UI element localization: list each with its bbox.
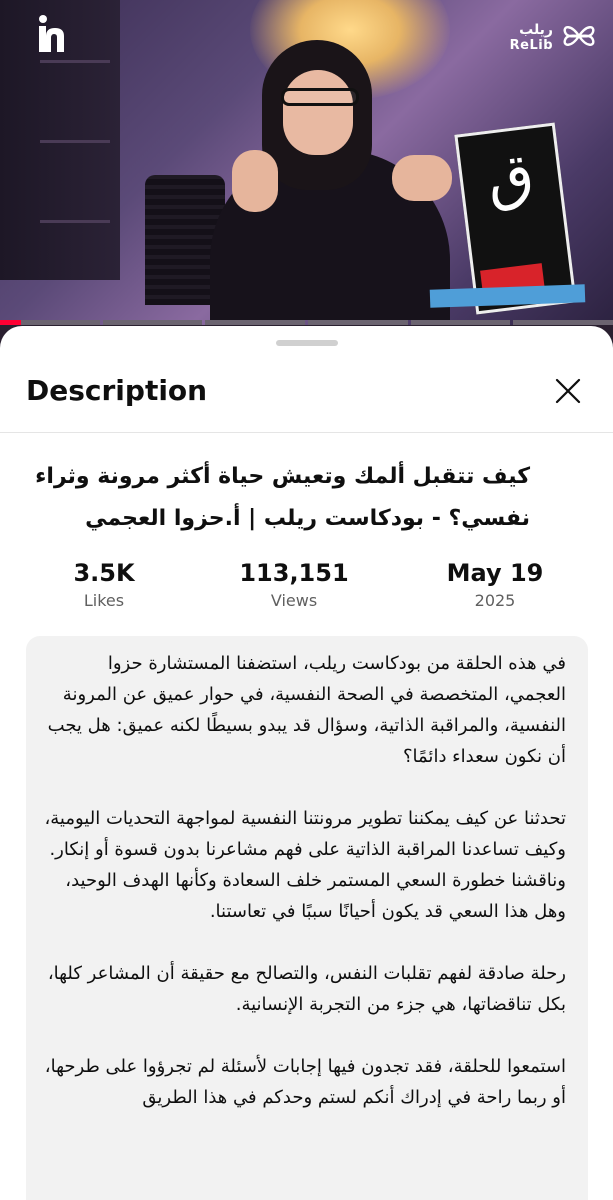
date-stat: May 19 2025 [425, 558, 565, 614]
glasses [281, 88, 359, 106]
divider [0, 432, 613, 433]
description-paragraph: رحلة صادقة لفهم تقلبات النفس، والتصالح م… [47, 963, 566, 1015]
likes-stat: 3.5K Likes [34, 558, 174, 614]
upload-year: 2025 [474, 591, 516, 610]
views-stat: 113,151 Views [224, 558, 364, 614]
video-player[interactable]: ق ريلب ReLib [0, 0, 613, 325]
likes-count: 3.5K [73, 559, 135, 587]
drag-handle[interactable] [276, 340, 338, 346]
speaker-face [283, 70, 353, 155]
book [429, 284, 586, 308]
description-paragraph: تحدثنا عن كيف يمكننا تطوير مرونتنا النفس… [44, 808, 566, 922]
sheet-title: Description [26, 374, 208, 407]
sign-letter: ق [483, 139, 538, 215]
speaker-hand-right [392, 155, 452, 201]
video-title: كيف تتقبل ألمك وتعيش حياة أكثر مرونة وثر… [35, 464, 530, 531]
upload-date: May 19 [446, 559, 544, 587]
video-progress-fill [0, 320, 22, 325]
likes-label: Likes [83, 591, 125, 610]
close-icon [555, 378, 581, 408]
speaker-hand-left [232, 150, 278, 212]
video-progress-bar[interactable] [0, 320, 613, 325]
relib-brand: ريلب ReLib [510, 18, 597, 58]
relib-logo-icon [561, 18, 597, 58]
description-paragraph: في هذه الحلقة من بودكاست ريلب، استضفنا ا… [47, 653, 566, 767]
app-logo [36, 14, 70, 54]
description-text: في هذه الحلقة من بودكاست ريلب، استضفنا ا… [44, 648, 566, 1144]
description-sheet: Description كيف تتقبل ألمك وتعيش حياة أك… [0, 326, 613, 1200]
description-box[interactable]: في هذه الحلقة من بودكاست ريلب، استضفنا ا… [26, 636, 588, 1200]
views-label: Views [270, 591, 318, 610]
brand-name-arabic: ريلب [519, 22, 553, 38]
stats-row: 3.5K Likes 113,151 Views May 19 2025 [0, 558, 613, 618]
description-paragraph: استمعوا للحلقة، فقد تجدون فيها إجابات لأ… [44, 1056, 566, 1108]
brand-name-english: ReLib [509, 38, 553, 53]
views-count: 113,151 [239, 559, 349, 587]
close-button[interactable] [548, 373, 588, 413]
